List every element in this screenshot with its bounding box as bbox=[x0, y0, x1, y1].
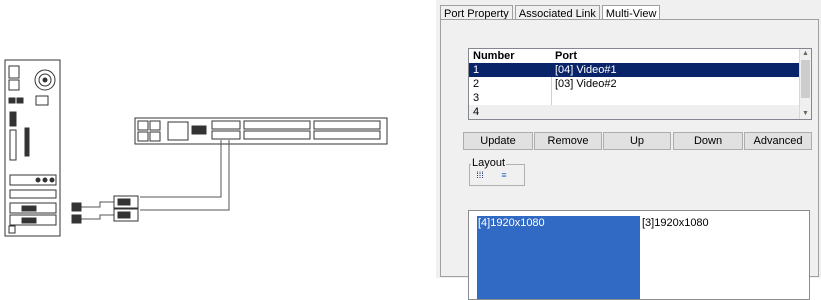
list-layout-icon[interactable]: ≡ bbox=[498, 170, 510, 180]
remove-button[interactable]: Remove bbox=[534, 132, 602, 150]
header-number[interactable]: Number bbox=[473, 50, 515, 62]
preview-window-label: [4]1920x1080 bbox=[478, 217, 545, 229]
preview-window-active[interactable]: [4]1920x1080 bbox=[477, 216, 640, 299]
scroll-thumb[interactable] bbox=[801, 60, 810, 98]
up-button[interactable]: Up bbox=[603, 132, 671, 150]
pc-tower bbox=[4, 59, 61, 237]
connection-diagram bbox=[4, 59, 388, 237]
advanced-button[interactable]: Advanced bbox=[744, 132, 812, 150]
kvm-cables bbox=[80, 140, 230, 220]
port-grid: Number Port 1 [04] Video#1 2 [03] Video#… bbox=[468, 48, 812, 120]
row-number: 1 bbox=[473, 64, 480, 76]
row-number: 3 bbox=[473, 92, 480, 104]
row-number: 4 bbox=[473, 106, 480, 118]
update-button[interactable]: Update bbox=[463, 132, 533, 150]
port-properties-panel: Port Property Associated Link Multi-View… bbox=[436, 0, 821, 300]
table-row[interactable]: 3 bbox=[469, 91, 799, 105]
preview-window-label: [3]1920x1080 bbox=[642, 217, 709, 229]
down-button[interactable]: Down bbox=[673, 132, 743, 150]
kvm-switch bbox=[134, 117, 388, 145]
preview-window[interactable]: [3]1920x1080 bbox=[641, 216, 801, 299]
table-row[interactable]: 1 [04] Video#1 bbox=[469, 63, 799, 77]
grid-header: Number Port bbox=[469, 49, 799, 64]
row-port: [04] Video#1 bbox=[555, 64, 617, 76]
multi-view-preview: [4]1920x1080 [3]1920x1080 bbox=[468, 210, 810, 300]
scroll-up-icon[interactable]: ▲ bbox=[802, 50, 809, 58]
header-port[interactable]: Port bbox=[555, 50, 577, 62]
table-row[interactable]: 4 bbox=[469, 105, 799, 119]
row-port: [03] Video#2 bbox=[555, 78, 617, 90]
layout-group-title: Layout bbox=[471, 157, 507, 169]
row-number: 2 bbox=[473, 78, 480, 90]
table-row[interactable]: 2 [03] Video#2 bbox=[469, 77, 799, 91]
scroll-down-icon[interactable]: ▼ bbox=[802, 110, 809, 118]
grid-scrollbar[interactable]: ▲ ▼ bbox=[799, 49, 811, 119]
multi-view-tab-body: Number Port 1 [04] Video#1 2 [03] Video#… bbox=[440, 19, 819, 300]
grid-layout-icon[interactable]: ⁞⁞⁞ bbox=[474, 170, 486, 180]
